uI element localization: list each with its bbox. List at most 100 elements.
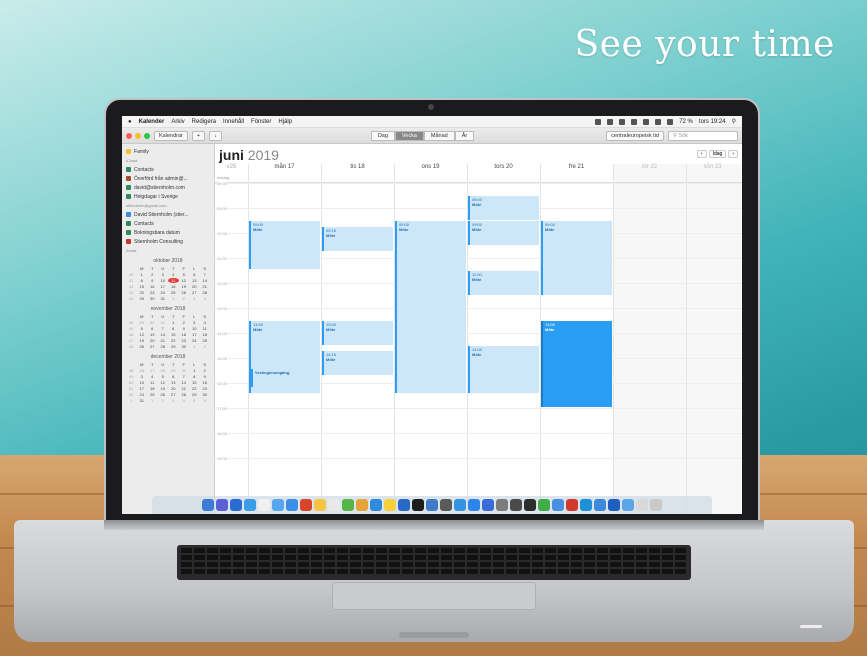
calendar-event[interactable]: 14:00 Möte xyxy=(468,346,539,393)
search-input[interactable]: ⚲ Sök xyxy=(668,130,738,141)
status-icon[interactable] xyxy=(655,118,662,125)
calendar-event[interactable]: 11:00 Möte xyxy=(468,271,539,295)
sidebar-item-bookable[interactable]: Bokningsbara datum xyxy=(126,228,210,237)
status-icon[interactable] xyxy=(631,118,638,125)
all-day-row[interactable]: heldag xyxy=(215,175,742,183)
terminal-icon[interactable] xyxy=(510,499,522,511)
calendar-color-swatch[interactable] xyxy=(126,230,131,235)
clock[interactable]: tors 19:24 xyxy=(699,119,726,125)
app-icon[interactable] xyxy=(454,499,466,511)
word-icon[interactable] xyxy=(398,499,410,511)
mail-icon[interactable] xyxy=(244,499,256,511)
trash-icon[interactable] xyxy=(650,499,662,511)
inbox-button[interactable]: ↓ xyxy=(209,130,222,141)
app-icon[interactable] xyxy=(384,499,396,511)
reminders-icon[interactable] xyxy=(328,499,340,511)
sidebar-item-contacts-2[interactable]: Contacts xyxy=(126,219,210,228)
day-label[interactable]: sön 23 xyxy=(686,164,739,174)
settings-icon[interactable] xyxy=(496,499,508,511)
close-icon[interactable] xyxy=(126,132,132,139)
app-icon[interactable] xyxy=(538,499,550,511)
next-week-button[interactable]: › xyxy=(728,150,738,158)
calendar-event[interactable]: 09:15 Möte xyxy=(322,227,393,251)
sidebar-item-contacts[interactable]: Contacts xyxy=(126,165,210,174)
tab-year[interactable]: År xyxy=(454,130,475,141)
app-icon[interactable] xyxy=(426,499,438,511)
app-icon[interactable] xyxy=(552,499,564,511)
app-icon[interactable] xyxy=(286,499,298,511)
status-icon[interactable] xyxy=(595,118,602,125)
downloads-icon[interactable] xyxy=(636,499,648,511)
mini-calendar-grid[interactable]: MTOTFLS 48 26 27 28 29 30 1 2 49 3 4 5 6 7 8 9 50 10 11 1… xyxy=(126,362,210,403)
folder-icon[interactable] xyxy=(622,499,634,511)
battery-percent[interactable]: 72 % xyxy=(679,119,693,125)
calendar-event[interactable]: 09:00 Möte xyxy=(395,221,466,393)
calendars-button[interactable]: Kalendrar xyxy=(154,130,188,141)
calendar-color-swatch[interactable] xyxy=(126,185,131,190)
apple-menu-icon[interactable]: ● xyxy=(128,119,132,125)
status-icon[interactable] xyxy=(643,118,650,125)
app-icon[interactable] xyxy=(566,499,578,511)
finder-icon[interactable] xyxy=(202,499,214,511)
calendar-event[interactable]: 13:00 Möte xyxy=(322,321,393,345)
calendar-color-swatch[interactable] xyxy=(126,176,131,181)
calendar-color-swatch[interactable] xyxy=(126,212,131,217)
sidebar-item-transferred[interactable]: Överförd från admin@... xyxy=(126,174,210,183)
app-icon[interactable] xyxy=(412,499,424,511)
day-label[interactable]: lör 22 xyxy=(613,164,686,174)
status-icon[interactable] xyxy=(607,118,614,125)
status-icon[interactable] xyxy=(619,118,626,125)
sidebar-item-david-stiernholm[interactable]: David Stiernholm (stier... xyxy=(126,210,210,219)
trello-icon[interactable] xyxy=(608,499,620,511)
day-label[interactable]: fre 21 xyxy=(540,164,613,174)
calendar-event[interactable]: 14:15 Möte xyxy=(322,351,393,375)
day-label[interactable]: tors 20 xyxy=(467,164,540,174)
day-label[interactable]: ons 19 xyxy=(394,164,467,174)
calendar-event[interactable]: 09:00 Möte xyxy=(541,221,612,295)
calendar-event[interactable]: 09:00 Möte xyxy=(249,221,320,269)
menu-fonster[interactable]: Fönster xyxy=(251,119,271,125)
app-icon[interactable] xyxy=(482,499,494,511)
maps-icon[interactable] xyxy=(342,499,354,511)
calendar-color-swatch[interactable] xyxy=(126,167,131,172)
today-button[interactable]: Idag xyxy=(708,150,727,158)
day-label[interactable]: tis 18 xyxy=(321,164,394,174)
calendar-event[interactable]: 08:00 Möte xyxy=(468,196,539,220)
mini-calendar-grid[interactable]: MTOTFLS 40 1 2 3 4 5 6 7 41 8 9 10 11 12 13 14 42 15 16 1… xyxy=(126,266,210,301)
siri-icon[interactable] xyxy=(216,499,228,511)
calendar-color-swatch[interactable] xyxy=(126,149,131,154)
calendar-color-swatch[interactable] xyxy=(126,194,131,199)
menu-arkiv[interactable]: Arkiv xyxy=(171,119,184,125)
menu-innehall[interactable]: Innehåll xyxy=(223,119,244,125)
wifi-icon[interactable] xyxy=(667,118,674,125)
previous-week-button[interactable]: ‹ xyxy=(696,150,707,158)
calendar-color-swatch[interactable] xyxy=(126,239,131,244)
app-icon[interactable] xyxy=(370,499,382,511)
calendar-app-icon[interactable] xyxy=(258,499,270,511)
sidebar-item-holidays[interactable]: Helgdagar i Sverige xyxy=(126,192,210,201)
menu-app-name[interactable]: Kalender xyxy=(139,119,165,125)
menu-hjalp[interactable]: Hjälp xyxy=(278,119,292,125)
sidebar-item-family[interactable]: Family xyxy=(126,147,210,156)
app-icon[interactable] xyxy=(594,499,606,511)
add-event-button[interactable]: + xyxy=(191,130,206,141)
app-icon[interactable] xyxy=(524,499,536,511)
chrome-icon[interactable] xyxy=(580,499,592,511)
tab-month[interactable]: Månad xyxy=(423,130,455,141)
safari-icon[interactable] xyxy=(230,499,242,511)
tab-week[interactable]: Vecka xyxy=(394,130,424,141)
calendar-color-swatch[interactable] xyxy=(126,221,131,226)
spotlight-icon[interactable]: ⚲ xyxy=(732,118,736,125)
day-label[interactable]: mån 17 xyxy=(248,164,321,174)
calendar-event[interactable]: Veckogenomgång, xyxy=(251,369,320,387)
messages-icon[interactable] xyxy=(272,499,284,511)
sidebar-item-david[interactable]: david@stiernholm.com xyxy=(126,183,210,192)
menu-redigera[interactable]: Redigera xyxy=(192,119,216,125)
notes-icon[interactable] xyxy=(314,499,326,511)
sidebar-item-consulting[interactable]: Stiernholm Consulting xyxy=(126,237,210,246)
photos-icon[interactable] xyxy=(356,499,368,511)
zoom-icon[interactable] xyxy=(144,132,150,139)
app-store-icon[interactable] xyxy=(468,499,480,511)
mini-calendar-grid[interactable]: MTOTFLS 44 29 30 31 1 2 3 4 45 5 6 7 8 9 10 11 46 12 13 1… xyxy=(126,314,210,349)
app-icon[interactable] xyxy=(440,499,452,511)
